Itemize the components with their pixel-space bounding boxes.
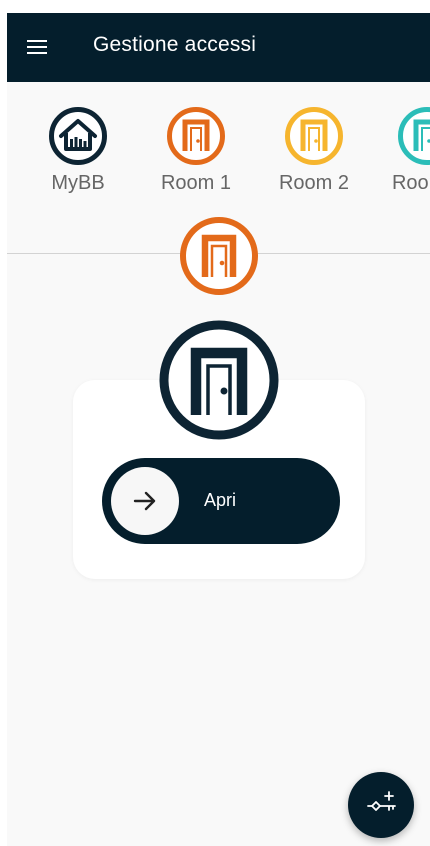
room-label: MyBB (51, 172, 105, 194)
slider-label: Apri (204, 490, 237, 510)
arrow-right-icon (133, 491, 156, 511)
room-selector: MyBB Room 1 Room 2 Roo (7, 82, 430, 202)
add-key-button[interactable] (348, 772, 414, 838)
menu-button[interactable] (21, 35, 51, 61)
room-label: Room 3 (391, 172, 430, 194)
room-item-room-2[interactable]: Room 2 (264, 106, 364, 198)
room-item-mybb[interactable]: MyBB (28, 106, 128, 198)
app-bar: Gestione accessi (7, 13, 430, 82)
room-item-room-3[interactable]: Room 3 (377, 106, 430, 198)
selected-room-door-icon (179, 216, 259, 296)
door-icon (166, 106, 226, 166)
open-door-slider[interactable]: Apri (102, 458, 340, 544)
door-icon (397, 106, 430, 166)
app-screen: Gestione accessi MyBB Room 1 Room 2 Roo … (7, 13, 430, 846)
room-label: Room 1 (160, 172, 232, 194)
page-title: Gestione accessi (93, 33, 257, 56)
slider-knob[interactable] (111, 467, 179, 535)
door-icon (284, 106, 344, 166)
door-icon (158, 319, 280, 441)
room-label: Room 2 (278, 172, 350, 194)
house-icon (48, 106, 108, 166)
room-item-room-1[interactable]: Room 1 (146, 106, 246, 198)
add-key-icon (367, 791, 396, 811)
